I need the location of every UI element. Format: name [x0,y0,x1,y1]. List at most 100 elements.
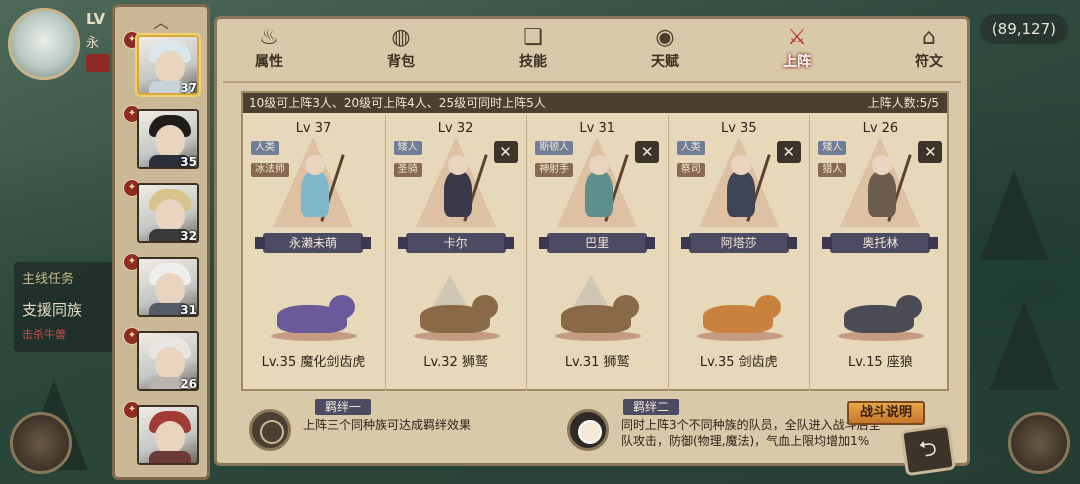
background-tree [990,300,1058,390]
unit-level: Lv 26 [862,121,899,136]
pet-label: Lv.32 狮鹫 [423,355,488,370]
player-name: 永 [86,36,100,51]
player-level: LV [86,10,106,28]
hero-name-ribbon: 卡尔 [397,233,514,253]
hero-body [443,171,472,217]
bond-one-desc: 上阵三个同种族可达成羁绊效果 [303,418,472,432]
lineup-unit[interactable]: Lv 37 人类 冰法师 永濑未萌 Lv.35 魔化剑齿虎 [243,115,384,391]
bond-one-title: 羁绊一 [315,399,372,415]
tab-label: 天赋 [651,54,679,70]
remove-unit-button[interactable]: ✕ [918,141,943,163]
main-quest-panel[interactable]: 主线任务 支援同族 击杀牛兽 [14,262,122,352]
unit-level: Lv 32 [437,121,474,136]
player-status-badge [86,54,110,72]
remove-unit-button[interactable]: ✕ [493,141,518,163]
tab-label: 上阵 [783,54,811,70]
character-sidebar[interactable]: ︿ ✦ 37 ✦ 35 ✦ 32 ✦ 31 ✦ 26 ✦ ﹀ [112,4,210,480]
pet-head [471,295,498,319]
character-slot[interactable]: ✦ 37 [123,29,207,97]
right-corner-button[interactable] [1008,412,1070,474]
pet-sprite [693,275,787,345]
tab-label: 技能 [519,54,547,70]
hero-sprite [713,153,771,225]
pet-sprite [834,275,928,345]
portrait-face [155,125,185,157]
lineup-count: 上阵人数:5/5 [867,96,939,110]
hero-head [447,155,468,175]
portrait-face [155,199,185,231]
hero-head [305,155,325,175]
tab-label: 背包 [387,54,415,70]
bond-one: 羁绊一 上阵三个同种族可达成羁绊效果 [249,395,549,463]
pet-sprite [410,275,504,345]
quest-name: 支援同族 [22,301,83,319]
book-icon: ❏ [523,25,543,50]
character-level: 35 [180,155,197,169]
character-slot[interactable]: ✦ 31 [123,251,207,319]
tab-eye[interactable]: ◉ 天赋 [625,23,705,79]
pet-head [613,295,640,319]
tab-crossed-swords[interactable]: ⚔ 上阵 [757,23,837,79]
portrait-face [155,273,185,305]
character-level: 32 [180,229,197,243]
portrait-face [155,421,185,453]
scroll-down-arrow[interactable]: ﹀ [153,451,169,475]
hero-sprite [854,153,913,225]
rune-icon: ⌂ [922,25,936,50]
lineup-area: 10级可上阵3人、20级可上阵4人、25级可同时上阵5人 上阵人数:5/5 Lv… [241,91,949,391]
character-slot[interactable]: ✦ 26 [123,325,207,393]
quest-title: 主线任务 [22,272,75,287]
hero-body [301,171,329,217]
tab-flame[interactable]: ♨ 属性 [229,23,309,79]
tab-book[interactable]: ❏ 技能 [493,23,573,79]
tab-label: 属性 [255,54,283,70]
bond-one-icon[interactable] [249,409,291,451]
crossed-swords-icon: ⚔ [787,25,807,50]
quest-subtitle: 击杀牛兽 [22,328,66,341]
background-tree [980,170,1048,260]
bond-two-icon[interactable] [567,409,609,451]
remove-unit-button[interactable]: ✕ [635,141,660,163]
hero-body [868,171,897,217]
pet-head [754,295,781,319]
lineup-unit[interactable]: Lv 31 斯顿人 神射手 巴里 Lv.31 狮鹫 ✕ [526,115,667,391]
character-level: 37 [180,81,197,95]
hero-body [726,171,755,217]
character-slot[interactable]: ✦ 32 [123,177,207,245]
tab-rune[interactable]: ⌂ 符文 [889,23,969,79]
tab-bag[interactable]: ◍ 背包 [361,23,441,79]
left-corner-button[interactable] [10,412,72,474]
bond-section: 羁绊一 上阵三个同种族可达成羁绊效果 羁绊二 同时上阵3个不同种族的队员，全队进… [241,395,956,477]
bond-two-title: 羁绊二 [623,399,680,415]
tab-label: 符文 [915,54,943,70]
hero-name-ribbon: 永濑未萌 [255,233,371,253]
lineup-unit[interactable]: Lv 32 矮人 圣骑 卡尔 Lv.32 狮鹫 ✕ [384,115,526,391]
character-level: 31 [180,303,197,317]
hero-sprite [571,153,629,225]
pet-label: Lv.31 狮鹫 [564,355,630,370]
bond-two: 羁绊二 同时上阵3个不同种族的队员，全队进入战斗后全队攻击，防御(物理,魔法)，… [567,395,881,463]
eye-icon: ◉ [655,25,675,50]
back-button[interactable]: ⮌ [900,423,956,477]
hero-body [585,171,614,217]
pet-label: Lv.35 剑齿虎 [699,355,778,370]
pet-sprite [551,275,645,345]
hero-name-ribbon: 奥托林 [822,233,939,253]
unit-level: Lv 37 [295,121,332,136]
lineup-unit[interactable]: Lv 26 矮人 猎人 奥托林 Lv.15 座狼 ✕ [809,115,950,391]
hero-name-ribbon: 巴里 [539,233,656,253]
battle-info-button[interactable]: 战斗说明 [847,401,925,425]
player-avatar[interactable] [8,8,80,80]
unit-level: Lv 35 [720,121,757,136]
pet-head [329,295,355,319]
portrait-face [155,51,185,83]
hero-sprite [430,153,488,225]
bag-icon: ◍ [391,25,411,50]
hero-name-ribbon: 阿塔莎 [680,233,797,253]
formation-panel: ♨ 属性 ◍ 背包 ❏ 技能 ◉ 天赋 ⚔ 上阵 ⌂ 符文 10级可上阵3人、20级可上阵4人、25级… [214,16,970,477]
character-level: 26 [180,377,197,391]
character-slot[interactable]: ✦ 35 [123,103,207,171]
lineup-unit[interactable]: Lv 35 人类 祭司 阿塔莎 Lv.35 剑齿虎 ✕ [667,115,809,391]
remove-unit-button[interactable]: ✕ [776,141,801,163]
hero-sprite [287,153,345,225]
